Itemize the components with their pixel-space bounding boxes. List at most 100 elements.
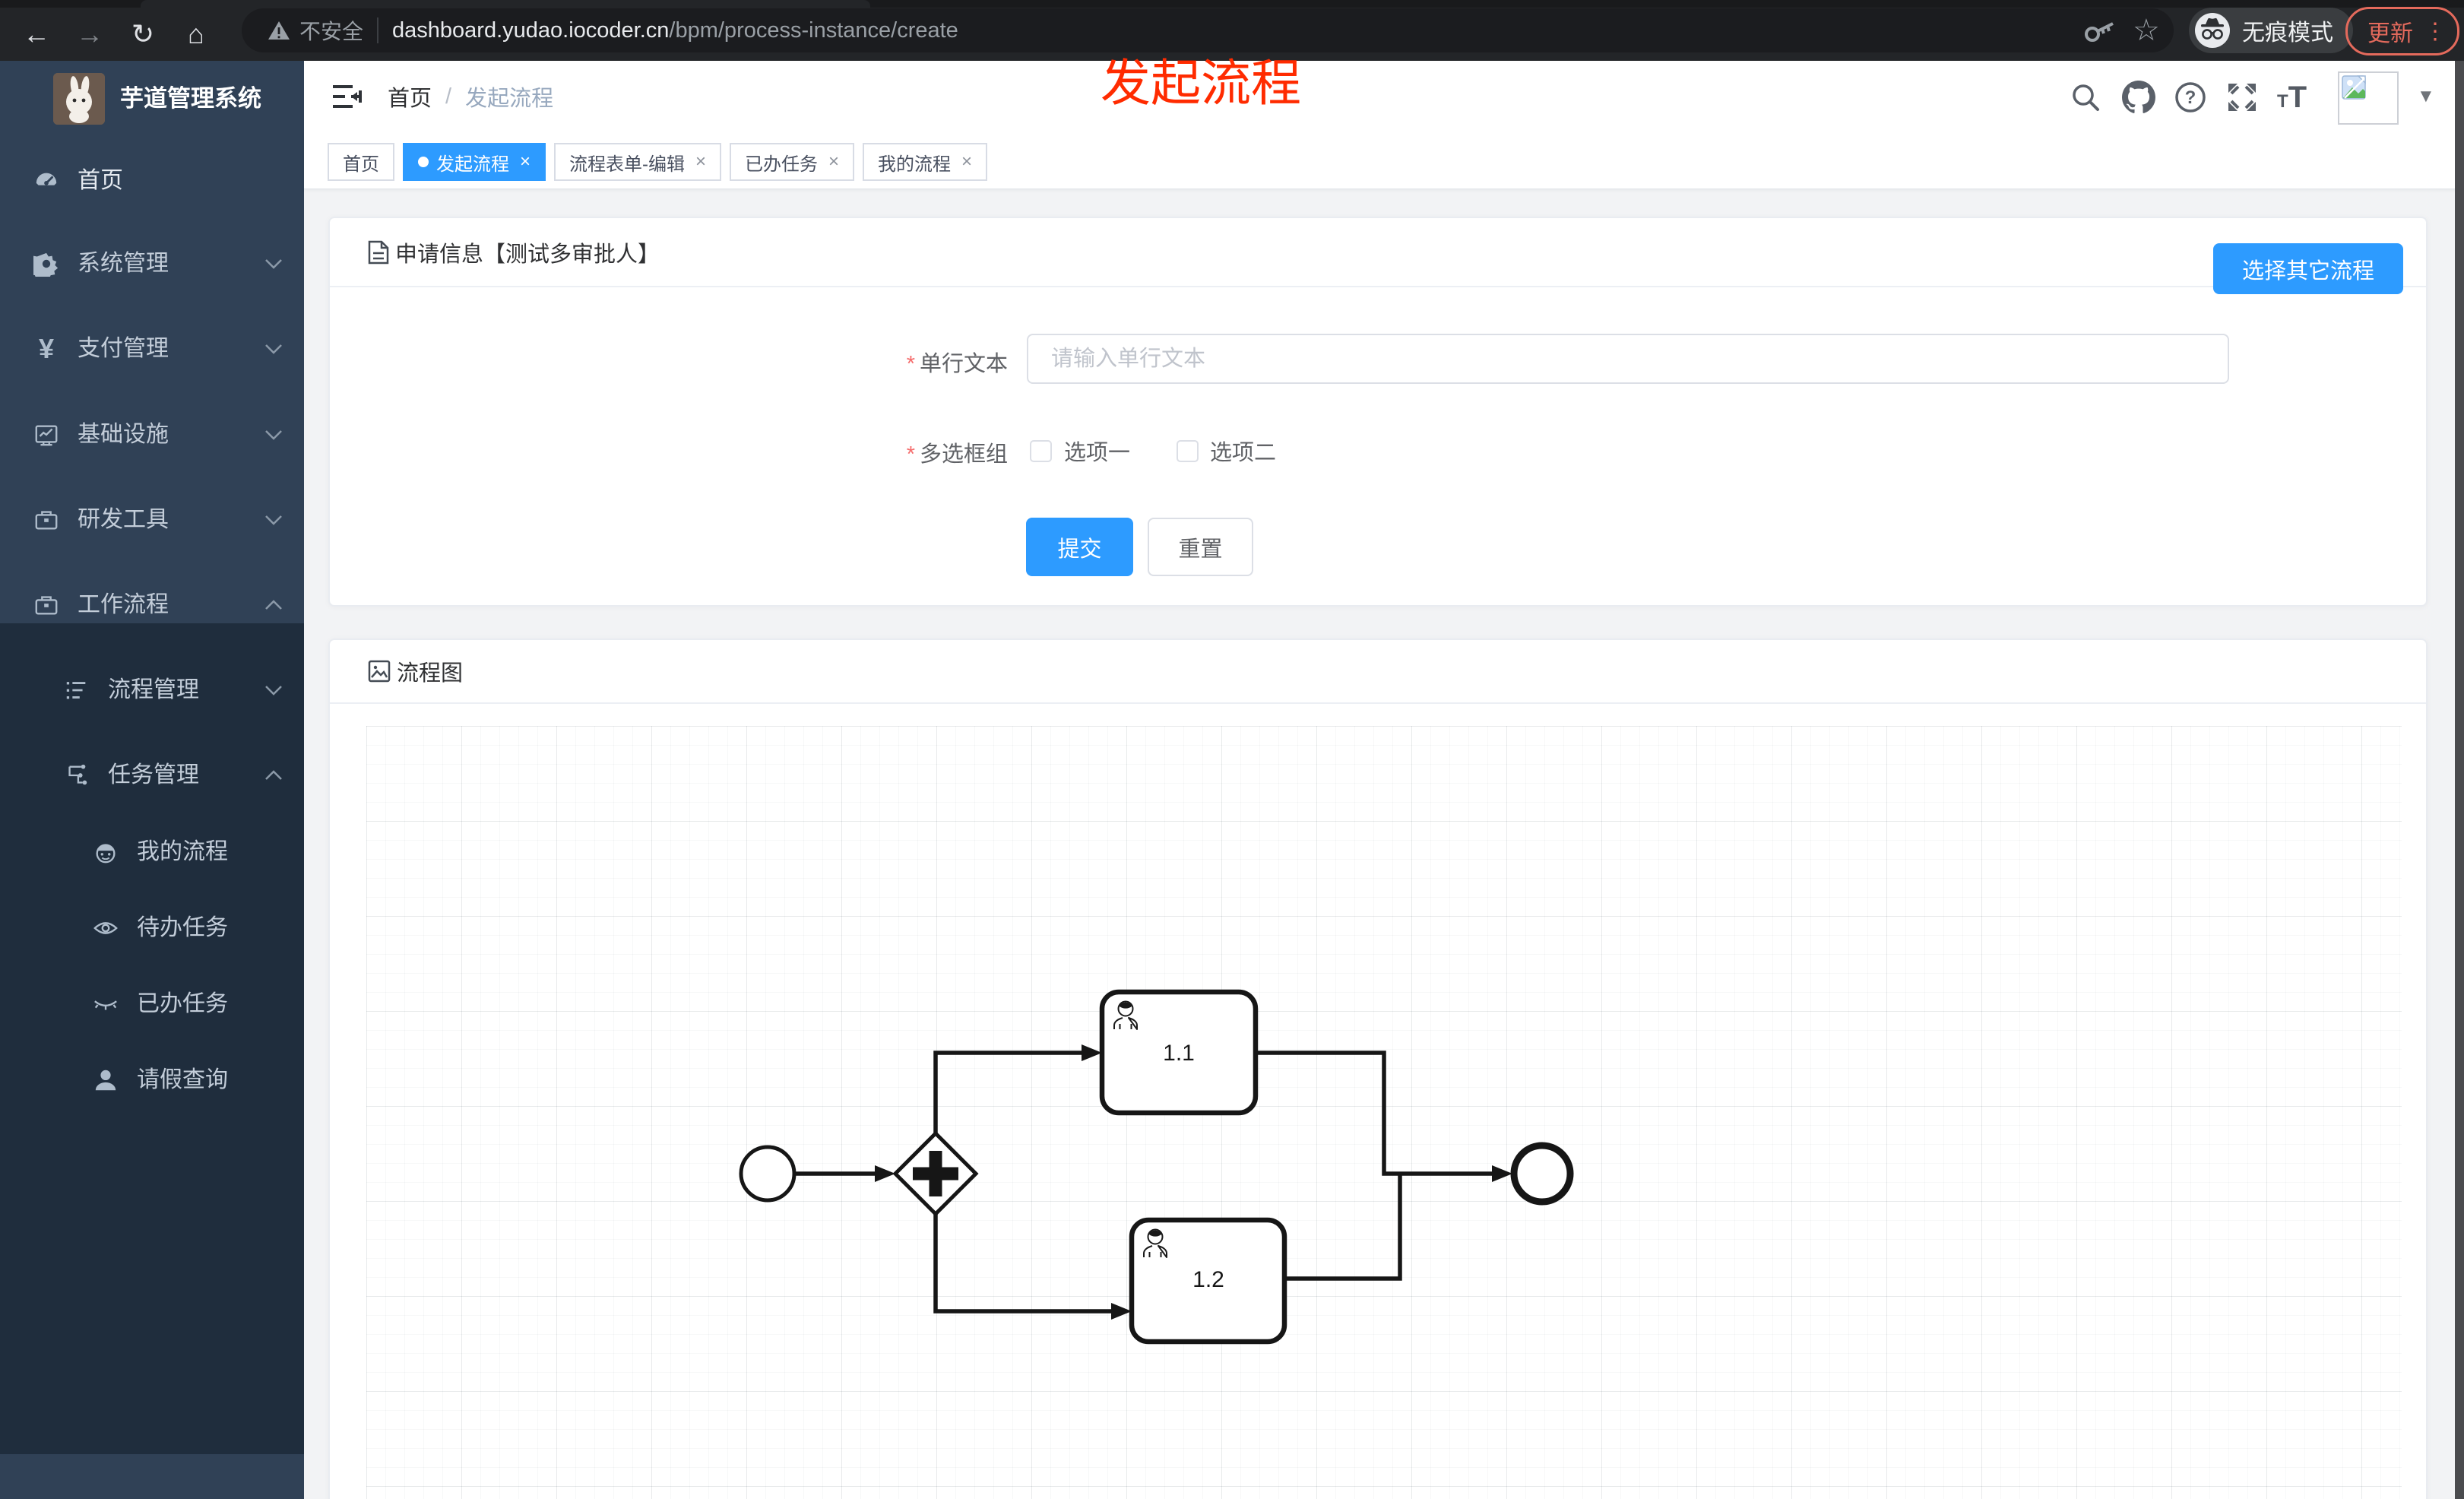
tab-home[interactable]: 首页: [328, 143, 394, 181]
github-icon[interactable]: [2122, 81, 2155, 114]
bpmn-end-event[interactable]: [1510, 1142, 1574, 1206]
option1-checkbox[interactable]: [1030, 440, 1052, 462]
user-avatar[interactable]: [2338, 71, 2399, 125]
gear-icon: [33, 252, 59, 277]
active-tab-dot: [418, 157, 429, 167]
sidebar-item-todo-tasks[interactable]: 待办任务: [0, 890, 304, 966]
screen: ← → ↻ ⌂ 不安全 dashboard.yudao.iocoder.cn/b…: [0, 0, 2464, 1499]
bpmn-user-task-1[interactable]: 1.1: [1099, 989, 1259, 1116]
update-label: 更新: [2367, 21, 2413, 46]
sidebar-item-process-mgmt[interactable]: 流程管理: [0, 648, 304, 733]
single-line-text-input[interactable]: [1027, 334, 2229, 384]
security-label: 不安全: [299, 20, 364, 43]
breadcrumb: 首页 / 发起流程: [388, 61, 553, 132]
option2-checkbox[interactable]: [1177, 440, 1199, 462]
browser-update-button[interactable]: 更新 ⋮: [2345, 7, 2459, 55]
required-mark: *: [906, 442, 915, 467]
reset-button[interactable]: 重置: [1148, 518, 1253, 576]
document-icon: [368, 240, 389, 264]
close-icon[interactable]: ×: [961, 151, 972, 173]
chevron-up-icon: [265, 600, 282, 610]
tab-my-process[interactable]: 我的流程 ×: [863, 143, 988, 181]
yen-icon: ¥: [38, 333, 55, 364]
broken-image-icon: [2342, 75, 2366, 100]
chevron-down-icon: [265, 686, 282, 696]
font-size-icon[interactable]: TT: [2277, 81, 2330, 114]
apply-info-card-header: 申请信息【测试多审批人】: [330, 218, 2426, 287]
sidebar-item-task-mgmt[interactable]: 任务管理: [0, 733, 304, 818]
page-scrollbar[interactable]: [2455, 61, 2464, 1499]
sidebar-item-my-process[interactable]: 我的流程: [0, 814, 304, 890]
sidebar-item-done-tasks[interactable]: 已办任务: [0, 966, 304, 1042]
bpmn-diagram: 1.1 1.2: [739, 989, 1574, 1345]
sidebar-collapse-icon[interactable]: [331, 82, 362, 111]
sidebar-item-home[interactable]: 首页: [0, 138, 304, 223]
browser-menu-icon[interactable]: ⋮: [2424, 18, 2447, 45]
annotation-title: 发起流程: [1101, 55, 1301, 111]
process-diagram-title: 流程图: [397, 661, 464, 686]
tab-process-form-edit[interactable]: 流程表单-编辑 ×: [554, 143, 722, 181]
search-icon[interactable]: [2069, 81, 2102, 114]
tags-view-list: 首页 发起流程 × 流程表单-编辑 × 已办任务 × 我的流程 ×: [328, 143, 988, 181]
sidebar-item-devtools[interactable]: 研发工具: [0, 477, 304, 563]
incognito-badge: 无痕模式: [2189, 8, 2353, 53]
process-diagram-card: 流程图 1.1 1.2: [328, 639, 2428, 1499]
browser-active-tab[interactable]: [141, 0, 870, 8]
option2-label[interactable]: 选项二: [1210, 435, 1276, 467]
chevron-down-icon: [265, 515, 282, 525]
breadcrumb-home[interactable]: 首页: [388, 81, 432, 113]
chevron-up-icon: [265, 770, 282, 780]
browser-back-icon[interactable]: ←: [14, 8, 59, 61]
fullscreen-icon[interactable]: [2225, 81, 2259, 114]
browser-reload-icon[interactable]: ↻: [120, 8, 166, 61]
close-icon[interactable]: ×: [695, 151, 706, 173]
tags-view-bar: 首页 发起流程 × 流程表单-编辑 × 已办任务 × 我的流程 ×: [304, 132, 2464, 189]
tab-done-tasks[interactable]: 已办任务 ×: [730, 143, 855, 181]
list-icon: [66, 682, 86, 699]
monitor-chart-icon: [35, 425, 58, 446]
incognito-icon: [2195, 13, 2230, 48]
app-header: 首页 / 发起流程 ? TT ▼: [304, 61, 2464, 133]
apply-info-card: 申请信息【测试多审批人】 选择其它流程 *单行文本 *多选框组 选项一 选项二 …: [328, 217, 2428, 607]
sidebar-item-system[interactable]: 系统管理: [0, 221, 304, 306]
eye-open-icon: [93, 922, 118, 934]
close-icon[interactable]: ×: [828, 151, 839, 173]
bookmark-star-icon[interactable]: ☆: [2133, 9, 2160, 52]
address-separator: [377, 17, 379, 43]
sidebar-item-infra[interactable]: 基础设施: [0, 392, 304, 477]
help-icon[interactable]: ?: [2174, 81, 2207, 114]
choose-other-process-button[interactable]: 选择其它流程: [2213, 243, 2403, 294]
bpmn-parallel-gateway[interactable]: [892, 1130, 979, 1217]
face-icon: [96, 844, 116, 864]
bpmn-user-task-2[interactable]: 1.2: [1129, 1217, 1287, 1345]
sidebar-item-leave-query[interactable]: 请假查询: [0, 1042, 304, 1118]
app-title: 芋道管理系统: [120, 85, 261, 112]
submit-button[interactable]: 提交: [1026, 518, 1133, 576]
password-key-icon[interactable]: [2082, 14, 2117, 49]
breadcrumb-current: 发起流程: [465, 87, 554, 111]
close-icon[interactable]: ×: [520, 151, 530, 173]
dashboard-icon: [36, 173, 57, 185]
tab-start-process[interactable]: 发起流程 ×: [403, 143, 546, 181]
incognito-label: 无痕模式: [2242, 21, 2333, 46]
workflow-briefcase-icon: [35, 596, 58, 615]
picture-icon: [368, 660, 391, 683]
toolbox-icon: [35, 511, 58, 530]
app-logo-avatar: [53, 73, 105, 125]
sidebar-item-payment[interactable]: ¥ 支付管理: [0, 306, 304, 391]
browser-forward-icon[interactable]: →: [67, 8, 112, 61]
process-diagram-card-header: 流程图: [330, 640, 2426, 704]
branch-icon: [68, 764, 87, 785]
sidebar: 芋道管理系统 首页 系统管理 ¥ 支付管理 基础设施 研发工具 工作流程 流程管…: [0, 61, 304, 1499]
bpmn-start-event[interactable]: [739, 1145, 797, 1203]
not-secure-warning-icon: [268, 21, 290, 40]
sidebar-item-workflow[interactable]: 工作流程: [0, 563, 304, 648]
chevron-down-icon: [265, 344, 282, 354]
avatar-caret-icon[interactable]: ▼: [2417, 78, 2435, 116]
url-path: /bpm/process-instance/create: [669, 17, 958, 43]
chevron-down-icon: [265, 430, 282, 440]
option1-label[interactable]: 选项一: [1064, 435, 1130, 467]
browser-home-icon[interactable]: ⌂: [173, 8, 219, 61]
text-field-label: * 单行文本: [906, 352, 1008, 376]
bpmn-canvas[interactable]: 1.1 1.2: [366, 726, 2402, 1499]
